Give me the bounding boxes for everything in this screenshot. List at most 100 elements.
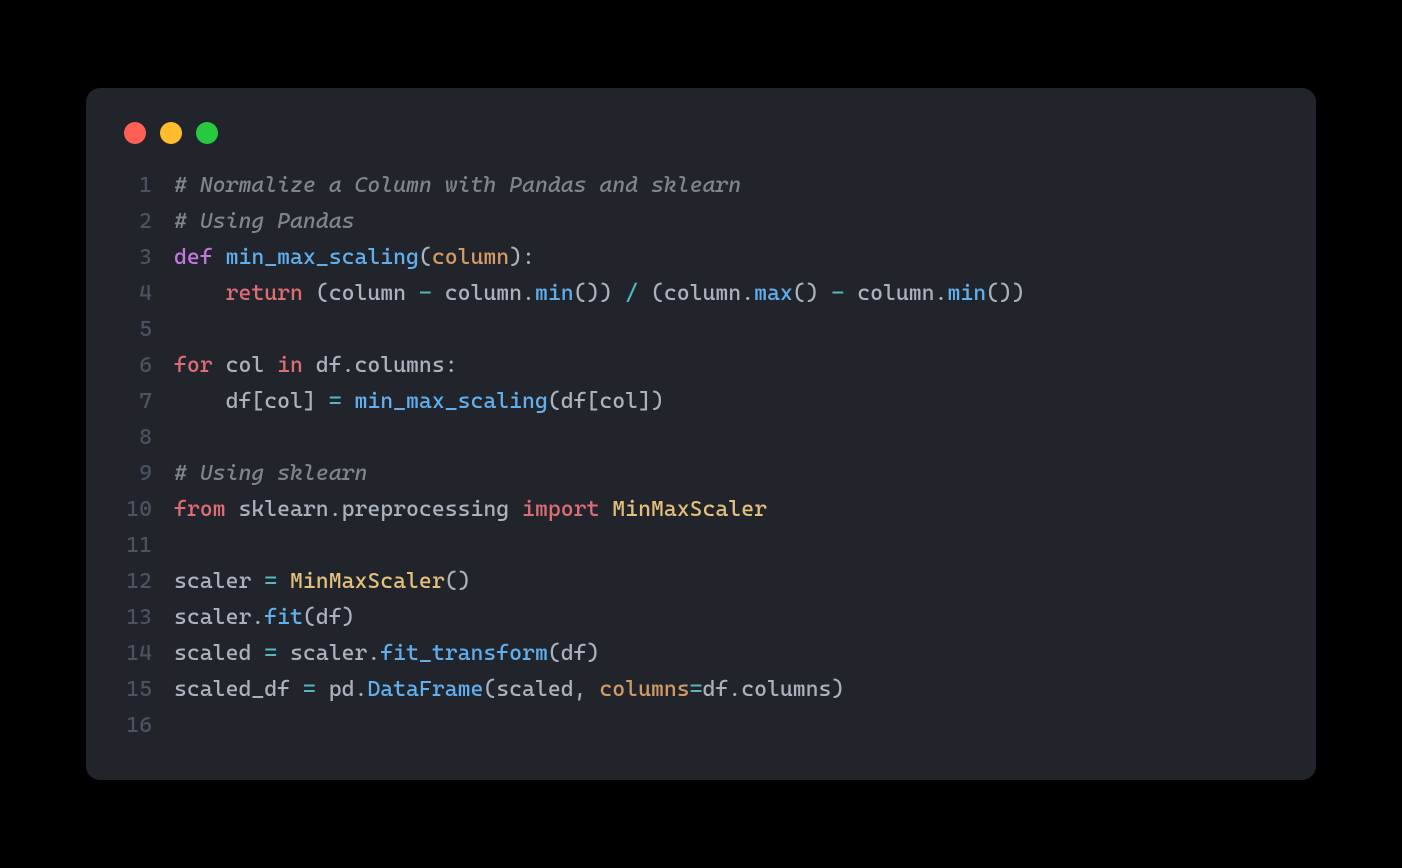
code-token: columns <box>599 677 689 702</box>
code-line[interactable]: 6for col in df.columns: <box>114 348 1288 384</box>
line-content: scaler = MinMaxScaler() <box>174 564 470 600</box>
maximize-icon[interactable] <box>196 122 218 144</box>
code-token: import <box>522 497 599 522</box>
code-token: column <box>432 245 509 270</box>
line-content: return (column - column.min()) / (column… <box>174 276 1025 312</box>
code-token: scaler. <box>277 641 380 666</box>
code-token: ): <box>509 245 535 270</box>
code-token: df[col] <box>174 389 329 414</box>
line-content: from sklearn.preprocessing import MinMax… <box>174 492 767 528</box>
code-token: scaled_df <box>174 677 303 702</box>
line-number: 11 <box>114 528 174 564</box>
code-line[interactable]: 12scaler = MinMaxScaler() <box>114 564 1288 600</box>
code-token: min <box>947 281 986 306</box>
code-token: # Normalize a Column with Pandas and skl… <box>174 173 741 198</box>
line-number: 2 <box>114 204 174 240</box>
code-token: (scaled, <box>483 677 599 702</box>
code-token: min_max_scaling <box>226 245 419 270</box>
code-token: min_max_scaling <box>354 389 547 414</box>
code-line[interactable]: 7 df[col] = min_max_scaling(df[col]) <box>114 384 1288 420</box>
line-number: 4 <box>114 276 174 312</box>
code-line[interactable]: 9# Using sklearn <box>114 456 1288 492</box>
line-number: 1 <box>114 168 174 204</box>
code-token: = <box>329 389 342 414</box>
line-content: scaled = scaler.fit_transform(df) <box>174 636 599 672</box>
code-token: col <box>213 353 277 378</box>
line-number: 14 <box>114 636 174 672</box>
code-line[interactable]: 8 <box>114 420 1288 456</box>
code-line[interactable]: 13scaler.fit(df) <box>114 600 1288 636</box>
code-token: min <box>535 281 574 306</box>
code-token: column. <box>844 281 947 306</box>
code-line[interactable]: 4 return (column - column.min()) / (colu… <box>114 276 1288 312</box>
code-line[interactable]: 10from sklearn.preprocessing import MinM… <box>114 492 1288 528</box>
code-token: sklearn.preprocessing <box>226 497 522 522</box>
code-token <box>277 569 290 594</box>
code-token: max <box>754 281 793 306</box>
line-number: 10 <box>114 492 174 528</box>
code-token: () <box>445 569 471 594</box>
line-number: 8 <box>114 420 174 456</box>
code-token <box>342 389 355 414</box>
code-token: pd. <box>316 677 368 702</box>
code-token: (column <box>303 281 419 306</box>
code-line[interactable]: 5 <box>114 312 1288 348</box>
close-icon[interactable] <box>124 122 146 144</box>
code-token: = <box>264 569 277 594</box>
code-line[interactable]: 11 <box>114 528 1288 564</box>
code-token: scaled <box>174 641 264 666</box>
line-number: 6 <box>114 348 174 384</box>
line-content: scaled_df = pd.DataFrame(scaled, columns… <box>174 672 844 708</box>
line-content: # Normalize a Column with Pandas and skl… <box>174 168 741 204</box>
code-token: # Using sklearn <box>174 461 367 486</box>
code-line[interactable]: 16 <box>114 708 1288 744</box>
code-token: MinMaxScaler <box>599 497 767 522</box>
code-token: for <box>174 353 213 378</box>
code-token: DataFrame <box>367 677 483 702</box>
code-window: 1# Normalize a Column with Pandas and sk… <box>86 88 1316 780</box>
code-token: = <box>264 641 277 666</box>
line-content: def min_max_scaling(column): <box>174 240 535 276</box>
code-token: scaler <box>174 569 264 594</box>
code-token: = <box>690 677 703 702</box>
line-content: for col in df.columns: <box>174 348 458 384</box>
code-line[interactable]: 15scaled_df = pd.DataFrame(scaled, colum… <box>114 672 1288 708</box>
code-token: () <box>793 281 832 306</box>
line-content: df[col] = min_max_scaling(df[col]) <box>174 384 664 420</box>
code-line[interactable]: 2# Using Pandas <box>114 204 1288 240</box>
code-token: (df) <box>548 641 600 666</box>
code-token: column. <box>432 281 535 306</box>
code-token: df.columns: <box>303 353 458 378</box>
line-content: scaler.fit(df) <box>174 600 354 636</box>
code-line[interactable]: 1# Normalize a Column with Pandas and sk… <box>114 168 1288 204</box>
code-token: ()) <box>574 281 626 306</box>
line-number: 13 <box>114 600 174 636</box>
code-token: (df[col]) <box>548 389 664 414</box>
code-token: fit_transform <box>380 641 548 666</box>
code-editor[interactable]: 1# Normalize a Column with Pandas and sk… <box>114 168 1288 744</box>
code-token: (df) <box>303 605 355 630</box>
code-token: in <box>277 353 303 378</box>
line-number: 15 <box>114 672 174 708</box>
code-token: return <box>226 281 303 306</box>
line-number: 16 <box>114 708 174 744</box>
code-token: # Using Pandas <box>174 209 354 234</box>
code-token: - <box>419 281 432 306</box>
code-line[interactable]: 3def min_max_scaling(column): <box>114 240 1288 276</box>
window-titlebar <box>114 116 1288 168</box>
code-token: (column. <box>638 281 754 306</box>
code-line[interactable]: 14scaled = scaler.fit_transform(df) <box>114 636 1288 672</box>
code-token: from <box>174 497 226 522</box>
code-token: def <box>174 245 226 270</box>
line-number: 7 <box>114 384 174 420</box>
code-token: scaler. <box>174 605 264 630</box>
line-content: # Using Pandas <box>174 204 354 240</box>
line-number: 3 <box>114 240 174 276</box>
code-token: MinMaxScaler <box>290 569 445 594</box>
code-token: ( <box>419 245 432 270</box>
code-token: - <box>831 281 844 306</box>
code-token: = <box>303 677 316 702</box>
code-token: / <box>625 281 638 306</box>
minimize-icon[interactable] <box>160 122 182 144</box>
code-token: ()) <box>986 281 1025 306</box>
